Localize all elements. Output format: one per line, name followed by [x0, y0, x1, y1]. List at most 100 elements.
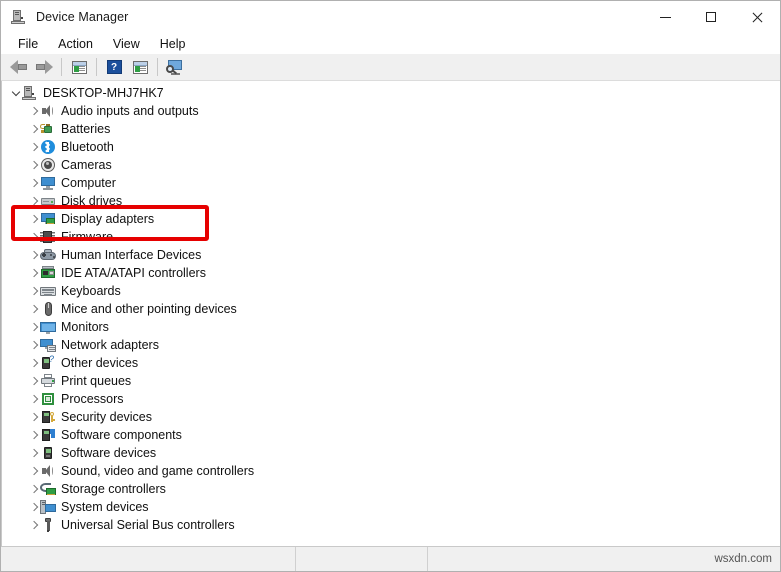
close-button[interactable] [734, 1, 780, 33]
tree-item-network-adapters[interactable]: Network adapters [2, 336, 780, 354]
forward-button[interactable] [32, 56, 56, 79]
tree-item-print-queues[interactable]: Print queues [2, 372, 780, 390]
expander-toggle[interactable] [28, 120, 40, 138]
expander-toggle[interactable] [28, 516, 40, 534]
tree-item-keyboards[interactable]: Keyboards [2, 282, 780, 300]
expander-toggle[interactable] [28, 426, 40, 444]
expander-toggle[interactable] [28, 498, 40, 516]
tree-item-processors[interactable]: Processors [2, 390, 780, 408]
bluetooth-icon [40, 139, 56, 155]
expander-toggle[interactable] [28, 210, 40, 228]
tree-item-monitors[interactable]: Monitors [2, 318, 780, 336]
maximize-button[interactable] [688, 1, 734, 33]
tree-item-bluetooth[interactable]: Bluetooth [2, 138, 780, 156]
ide-controller-icon [40, 265, 56, 281]
close-icon [752, 12, 763, 23]
expander-toggle[interactable] [10, 84, 22, 102]
tree-item-label: Computer [61, 176, 116, 190]
tree-item-label: Keyboards [61, 284, 121, 298]
tree-item-cameras[interactable]: Cameras [2, 156, 780, 174]
expander-toggle[interactable] [28, 444, 40, 462]
tree-item-label: Universal Serial Bus controllers [61, 518, 235, 532]
chevron-right-icon [29, 106, 38, 116]
tree-item-label: Human Interface Devices [61, 248, 202, 262]
unknown-device-icon: ? [40, 355, 56, 371]
tree-item-label: Cameras [61, 158, 112, 172]
tree-item-system-devices[interactable]: System devices [2, 498, 780, 516]
tree-root-row[interactable]: DESKTOP-MHJ7HK7 [2, 84, 780, 102]
tree-item-label: Bluetooth [61, 140, 114, 154]
tree-item-batteries[interactable]: Batteries [2, 120, 780, 138]
menu-help[interactable]: Help [151, 35, 195, 53]
menu-view[interactable]: View [104, 35, 149, 53]
tree-item-label: Other devices [61, 356, 139, 370]
tree-item-label: Mice and other pointing devices [61, 302, 237, 316]
expander-toggle[interactable] [28, 138, 40, 156]
expander-toggle[interactable] [28, 300, 40, 318]
tree-item-ide-ata-atapi-controllers[interactable]: IDE ATA/ATAPI controllers [2, 264, 780, 282]
tree-item-sound-video-and-game-controllers[interactable]: Sound, video and game controllers [2, 462, 780, 480]
tree-item-display-adapters[interactable]: Display adapters [2, 210, 780, 228]
tree-item-firmware[interactable]: Firmware [2, 228, 780, 246]
menu-bar: File Action View Help [1, 33, 780, 54]
chevron-right-icon [29, 196, 38, 206]
scan-hardware-button[interactable] [163, 56, 187, 79]
chevron-right-icon [29, 304, 38, 314]
help-button[interactable]: ? [102, 56, 126, 79]
tree-item-software-components[interactable]: Software components [2, 426, 780, 444]
minimize-button[interactable] [642, 1, 688, 33]
tree-item-mice-and-other-pointing-devices[interactable]: Mice and other pointing devices [2, 300, 780, 318]
expander-toggle[interactable] [28, 372, 40, 390]
tree-item-label: Processors [61, 392, 124, 406]
tree-item-human-interface-devices[interactable]: Human Interface Devices [2, 246, 780, 264]
toolbar-separator [157, 58, 158, 76]
chevron-right-icon [29, 160, 38, 170]
keyboard-icon [40, 283, 56, 299]
expander-toggle[interactable] [28, 282, 40, 300]
status-middle-pane [296, 547, 429, 571]
expander-toggle[interactable] [28, 174, 40, 192]
expander-toggle[interactable] [28, 480, 40, 498]
expander-toggle[interactable] [28, 102, 40, 120]
chevron-right-icon [29, 358, 38, 368]
device-tree-panel[interactable]: DESKTOP-MHJ7HK7 Audio inputs and outputs… [1, 81, 780, 546]
toolbar-separator [96, 58, 97, 76]
minimize-icon [659, 16, 671, 18]
expander-toggle[interactable] [28, 264, 40, 282]
expander-toggle[interactable] [28, 462, 40, 480]
menu-file[interactable]: File [9, 35, 47, 53]
expander-toggle[interactable] [28, 156, 40, 174]
software-component-icon [40, 427, 56, 443]
tree-item-other-devices[interactable]: ? Other devices [2, 354, 780, 372]
window-title: Device Manager [36, 10, 129, 24]
menu-action[interactable]: Action [49, 35, 102, 53]
chevron-right-icon [29, 412, 38, 422]
chevron-right-icon [29, 124, 38, 134]
expander-toggle[interactable] [28, 228, 40, 246]
expander-toggle[interactable] [28, 318, 40, 336]
expander-toggle[interactable] [28, 336, 40, 354]
properties-button[interactable] [67, 56, 91, 79]
chevron-right-icon [29, 394, 38, 404]
tree-item-universal-serial-bus-controllers[interactable]: Universal Serial Bus controllers [2, 516, 780, 534]
tree-item-label: IDE ATA/ATAPI controllers [61, 266, 206, 280]
expander-toggle[interactable] [28, 192, 40, 210]
tree-item-audio-inputs-and-outputs[interactable]: Audio inputs and outputs [2, 102, 780, 120]
update-driver-button[interactable] [128, 56, 152, 79]
expander-toggle[interactable] [28, 246, 40, 264]
tree-item-software-devices[interactable]: Software devices [2, 444, 780, 462]
tree-item-security-devices[interactable]: Security devices [2, 408, 780, 426]
chevron-right-icon [29, 466, 38, 476]
expander-toggle[interactable] [28, 390, 40, 408]
back-button[interactable] [6, 56, 30, 79]
tree-item-computer[interactable]: Computer [2, 174, 780, 192]
tree-item-label: Security devices [61, 410, 153, 424]
tree-item-disk-drives[interactable]: Disk drives [2, 192, 780, 210]
panel-play-icon [132, 60, 148, 74]
expander-toggle[interactable] [28, 408, 40, 426]
tree-root-label: DESKTOP-MHJ7HK7 [43, 86, 164, 100]
expander-toggle[interactable] [28, 354, 40, 372]
computer-icon [40, 175, 56, 191]
tree-item-storage-controllers[interactable]: Storage controllers [2, 480, 780, 498]
pc-tower-icon [22, 85, 38, 101]
